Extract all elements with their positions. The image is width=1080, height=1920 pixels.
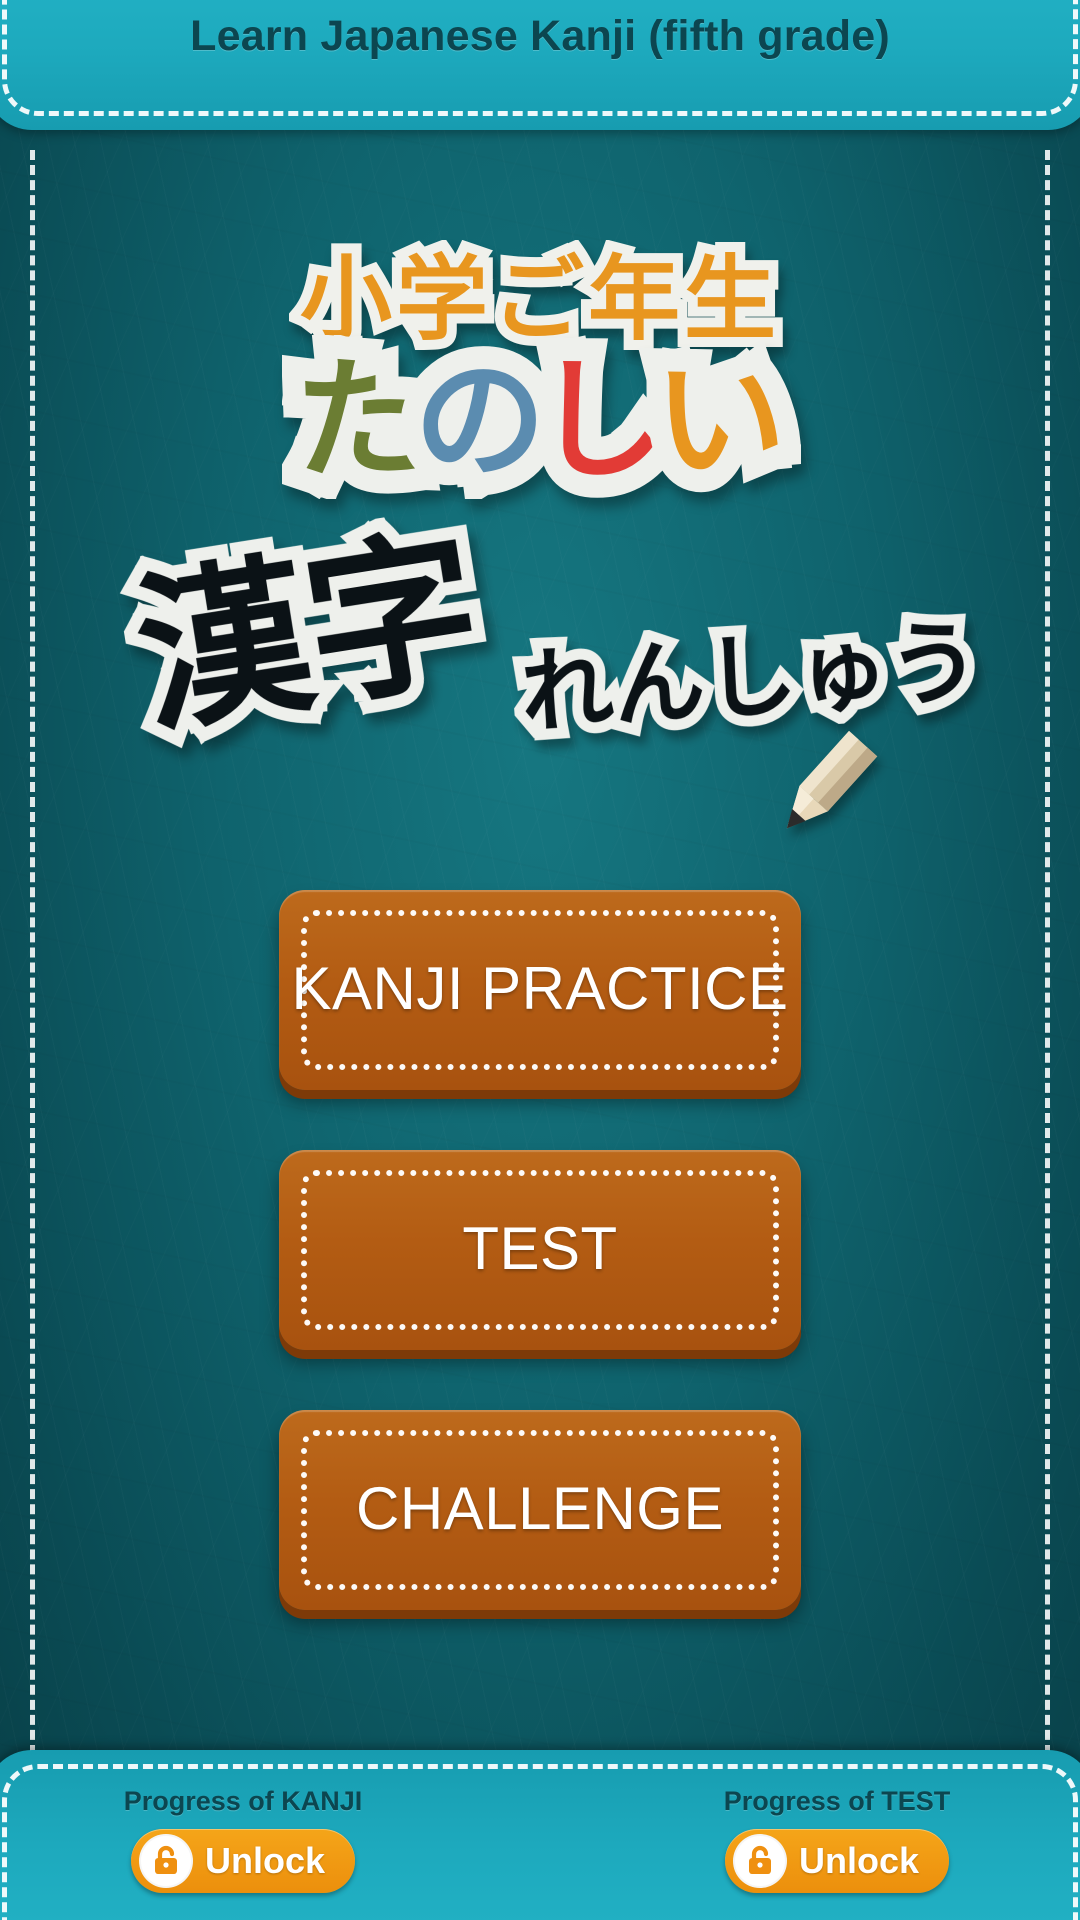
test-label: TEST [462, 1215, 618, 1283]
progress-test-label: Progress of TEST [723, 1786, 951, 1816]
unlock-kanji-label: Unlock [204, 1840, 326, 1881]
lock-icon [732, 1834, 787, 1888]
logo-line-grade: 小学ご年生 [290, 239, 786, 361]
challenge-label: CHALLENGE [356, 1475, 724, 1543]
footer-bar: Progress of KANJI Unlock Progress of TES… [0, 1750, 1080, 1920]
unlock-test-label: Unlock [798, 1840, 920, 1881]
kanji-practice-label: KANJI PRACTICE [291, 955, 789, 1023]
pencil-icon [786, 730, 878, 829]
progress-kanji-group: Progress of KANJI Unlock [28, 1786, 458, 1893]
page-title: Learn Japanese Kanji (fifth grade) [190, 12, 890, 60]
logo-line-tanoshii: たのしい [0, 324, 1080, 517]
app-root: Learn Japanese Kanji (fifth grade) 小学ご年生… [0, 0, 1080, 1920]
app-logo: 小学ご年生 たのしい 漢字 れんしゅう [0, 225, 1080, 865]
logo-renshuu-text: れんしゅう [507, 600, 995, 756]
lock-icon [138, 1834, 193, 1888]
unlock-kanji-button[interactable]: Unlock [130, 1829, 356, 1893]
lock-glyph [154, 1845, 177, 1874]
header-bar: Learn Japanese Kanji (fifth grade) [0, 0, 1080, 130]
challenge-button[interactable]: CHALLENGE [279, 1410, 801, 1610]
progress-kanji-label: Progress of KANJI [123, 1786, 363, 1816]
logo-kanji-text: 漢字 [112, 499, 504, 768]
logo-char-shi: し [511, 324, 689, 517]
logo-char-i: い [631, 324, 809, 517]
test-button[interactable]: TEST [279, 1150, 801, 1350]
kanji-practice-button[interactable]: KANJI PRACTICE [279, 890, 801, 1090]
lock-glyph [748, 1845, 771, 1874]
main-menu: KANJI PRACTICE TEST CHALLENGE [0, 890, 1080, 1670]
progress-test-group: Progress of TEST Unlock [622, 1786, 1052, 1893]
unlock-test-button[interactable]: Unlock [724, 1829, 950, 1893]
